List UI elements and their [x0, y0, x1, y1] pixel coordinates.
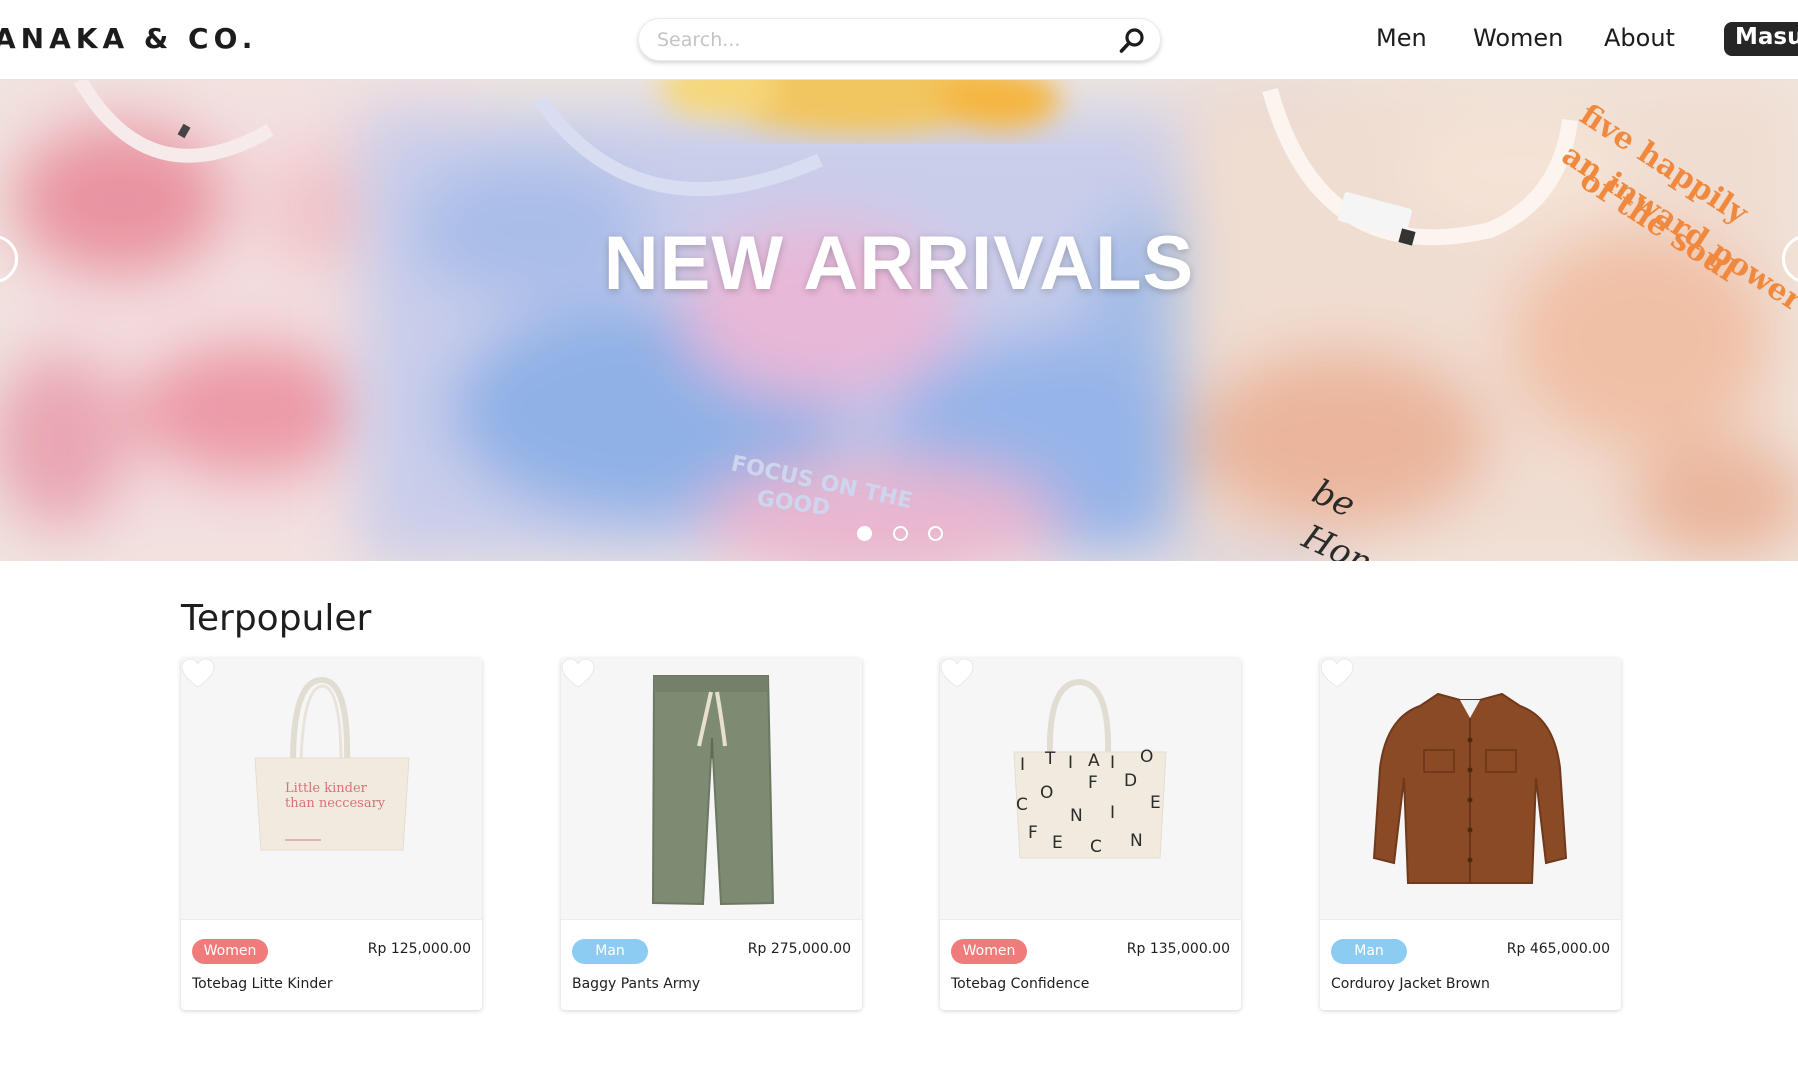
heart-icon[interactable] — [181, 658, 215, 690]
product-card[interactable]: Little kinder than neccesary Women Rp 12… — [181, 658, 482, 1010]
svg-text:C: C — [1016, 795, 1028, 815]
product-card[interactable]: Man Rp 465,000.00 Corduroy Jacket Brown — [1320, 658, 1621, 1010]
search-bar[interactable] — [638, 18, 1161, 61]
carousel-dot-1[interactable] — [857, 526, 872, 541]
carousel-indicators — [857, 526, 957, 542]
carousel-dot-3[interactable] — [928, 526, 943, 541]
heart-icon[interactable] — [940, 658, 974, 690]
svg-text:F: F — [1028, 823, 1038, 843]
product-name[interactable]: Corduroy Jacket Brown — [1331, 976, 1490, 992]
login-button[interactable]: Masuk — [1724, 22, 1798, 56]
category-badge: Women — [192, 939, 268, 964]
svg-text:than neccesary: than neccesary — [285, 796, 386, 811]
brand-logo[interactable]: ANAKA & CO. — [0, 22, 257, 55]
svg-text:Little kinder: Little kinder — [285, 781, 368, 796]
jacket-icon — [1372, 692, 1568, 884]
svg-text:E: E — [1052, 833, 1063, 853]
product-card[interactable]: ITI AIO OFD CNI EFE CN Women Rp 135,000.… — [940, 658, 1241, 1010]
hero-carousel: five happily an inward power of the soul… — [0, 80, 1798, 561]
nav-link-about[interactable]: About — [1604, 24, 1675, 52]
category-badge: Man — [572, 939, 648, 964]
product-name[interactable]: Totebag Litte Kinder — [192, 976, 333, 992]
product-name[interactable]: Totebag Confidence — [951, 976, 1089, 992]
product-image — [1320, 658, 1621, 920]
carousel-dot-2[interactable] — [893, 526, 908, 541]
svg-text:N: N — [1070, 806, 1083, 826]
product-card[interactable]: Man Rp 275,000.00 Baggy Pants Army — [561, 658, 862, 1010]
svg-text:N: N — [1130, 831, 1143, 851]
totebag-icon: ITI AIO OFD CN I EF E CN — [1013, 678, 1167, 859]
svg-text:E: E — [1150, 793, 1161, 813]
product-name[interactable]: Baggy Pants Army — [572, 976, 700, 992]
product-image: Little kinder than neccesary — [181, 658, 482, 920]
totebag-icon: Little kinder than neccesary — [254, 677, 410, 851]
svg-text:I: I — [1068, 753, 1073, 773]
product-image — [561, 658, 862, 920]
search-input[interactable] — [657, 19, 1097, 60]
section-title: Terpopuler — [181, 598, 372, 639]
category-badge: Man — [1331, 939, 1407, 964]
svg-text:I: I — [1110, 803, 1115, 823]
category-badge: Women — [951, 939, 1027, 964]
heart-icon[interactable] — [1320, 658, 1354, 690]
product-price: Rp 275,000.00 — [747, 941, 851, 957]
nav-link-men[interactable]: Men — [1376, 24, 1427, 52]
nav-link-women[interactable]: Women — [1473, 24, 1563, 52]
svg-text:A: A — [1088, 751, 1100, 771]
search-icon[interactable] — [1118, 27, 1146, 55]
top-navbar: ANAKA & CO. Men Women About Masuk — [0, 0, 1798, 80]
svg-text:T: T — [1044, 749, 1056, 769]
hero-title: NEW ARRIVALS — [603, 221, 1195, 306]
product-price: Rp 135,000.00 — [1126, 941, 1230, 957]
svg-text:I: I — [1020, 755, 1025, 775]
product-image: ITI AIO OFD CNI EFE CN — [940, 658, 1241, 920]
pants-icon — [651, 675, 775, 906]
svg-text:I: I — [1110, 753, 1115, 773]
heart-icon[interactable] — [561, 658, 595, 690]
svg-text:C: C — [1090, 837, 1102, 857]
product-price: Rp 125,000.00 — [367, 941, 471, 957]
svg-text:O: O — [1140, 747, 1153, 767]
svg-text:O: O — [1040, 783, 1053, 803]
hero-banner-image: five happily an inward power of the soul… — [0, 80, 1798, 561]
svg-text:F: F — [1088, 773, 1098, 793]
svg-text:D: D — [1124, 771, 1137, 791]
product-price: Rp 465,000.00 — [1506, 941, 1610, 957]
